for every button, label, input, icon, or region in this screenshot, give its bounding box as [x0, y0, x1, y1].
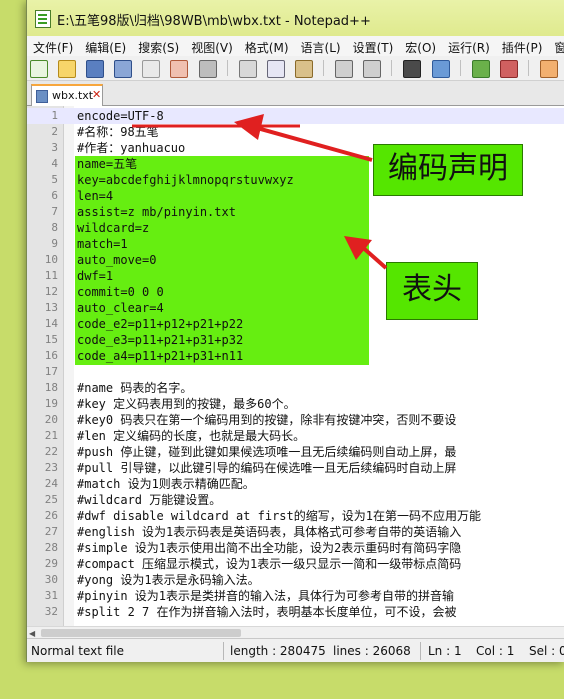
arrow-header-head — [344, 236, 372, 260]
annotation-arrows — [132, 114, 388, 270]
arrow-encoding-shaft — [249, 124, 373, 162]
